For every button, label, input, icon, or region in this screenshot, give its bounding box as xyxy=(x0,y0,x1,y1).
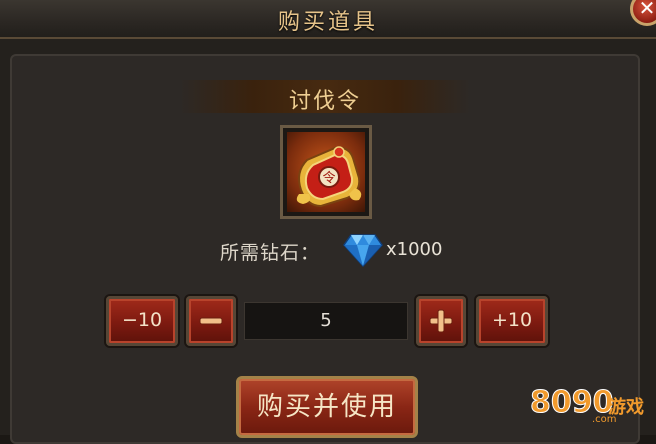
increase-10-button[interactable]: +10 xyxy=(476,296,548,346)
buy-and-use-button[interactable]: 购买并使用 xyxy=(236,376,418,438)
increase-button[interactable] xyxy=(416,296,466,346)
decrease-10-button[interactable]: −10 xyxy=(106,296,178,346)
dialog-titlebar: 购买道具 xyxy=(0,0,656,39)
site-watermark: 8090 游戏 .com xyxy=(530,383,652,428)
order-token-icon: 令 xyxy=(296,146,362,208)
svg-text:令: 令 xyxy=(322,171,335,186)
purchase-item-dialog: 购买道具 ✕ 讨伐令 令 所需钻石： x1000 −10 5 +10 购买并使用… xyxy=(0,0,656,444)
minus-icon xyxy=(199,317,223,325)
close-icon: ✕ xyxy=(638,0,656,20)
item-slot: 令 xyxy=(280,125,372,219)
item-name-banner: 讨伐令 xyxy=(180,80,470,114)
buy-and-use-label: 购买并使用 xyxy=(256,392,397,422)
decrease-10-label: −10 xyxy=(121,309,163,331)
price-value: x1000 xyxy=(386,239,443,260)
plus-icon xyxy=(429,309,453,333)
item-name: 讨伐令 xyxy=(288,89,361,114)
dialog-title: 购买道具 xyxy=(277,10,378,35)
item-icon-background: 令 xyxy=(287,132,365,212)
watermark-domain: .com xyxy=(592,414,617,425)
increase-10-label: +10 xyxy=(491,309,533,331)
diamond-icon xyxy=(343,234,383,267)
quantity-field[interactable]: 5 xyxy=(244,302,408,340)
decrease-button[interactable] xyxy=(186,296,236,346)
price-label: 所需钻石： xyxy=(220,242,321,264)
